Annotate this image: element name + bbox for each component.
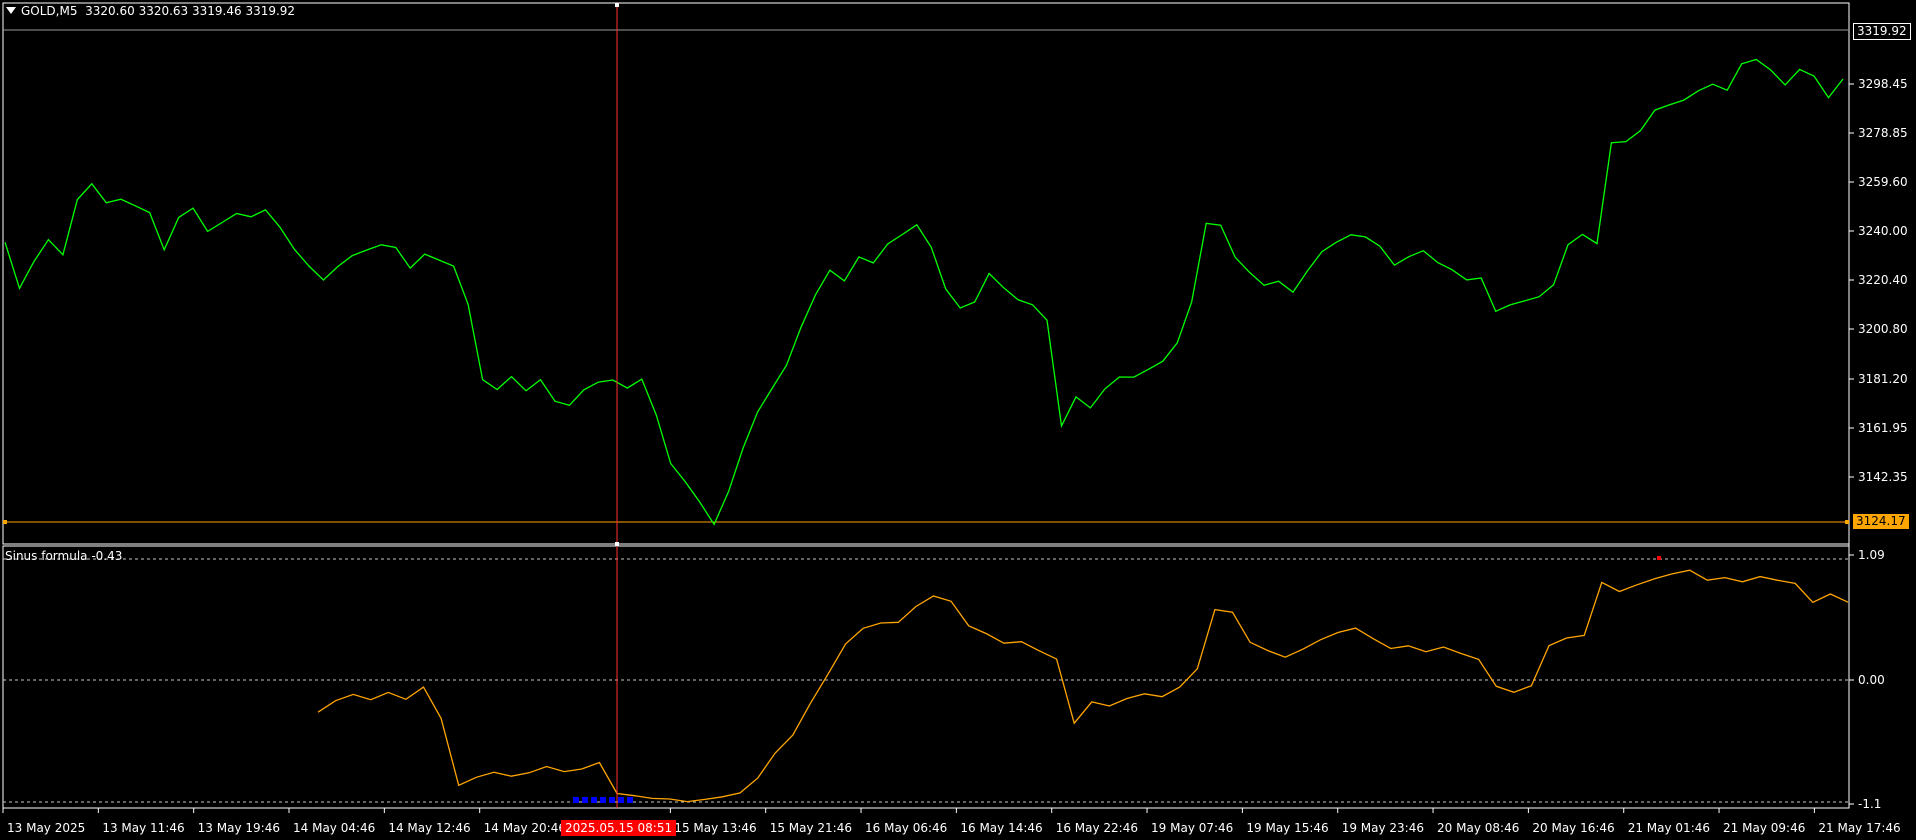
price-tick-label: 3142.35 xyxy=(1858,470,1908,484)
price-axis-ticks: 3298.45 3278.85 3259.60 3240.00 3220.40 3200.… xyxy=(1849,77,1908,484)
current-price-tag: 3319.92 xyxy=(1853,23,1911,40)
symbol-header[interactable]: GOLD,M5 3320.60 3320.63 3319.46 3319.92 xyxy=(6,4,295,18)
price-tick-label: 3161.95 xyxy=(1858,421,1908,435)
collapse-triangle-icon[interactable] xyxy=(6,7,16,14)
price-tick-label: 3240.00 xyxy=(1858,224,1908,238)
time-tick-label: 20 May 16:46 xyxy=(1532,821,1614,835)
low-signal-marker xyxy=(582,797,588,803)
low-signal-marker xyxy=(600,797,606,803)
time-tick-label: 21 May 09:46 xyxy=(1723,821,1805,835)
crosshair-handle-top[interactable] xyxy=(615,3,619,7)
chart-canvas[interactable]: 3298.45 3278.85 3259.60 3240.00 3220.40 3200.… xyxy=(0,0,1916,840)
price-tick-label: 3200.80 xyxy=(1858,322,1908,336)
indicator-frame xyxy=(2,545,1850,809)
price-tick-label: 3278.85 xyxy=(1858,126,1908,140)
time-axis-ticks: 13 May 2025 13 May 11:46 13 May 19:46 14 Ma… xyxy=(2,808,1901,835)
time-tick-label: 19 May 23:46 xyxy=(1342,821,1424,835)
price-tick-label: 3220.40 xyxy=(1858,273,1908,287)
time-tick-label: 14 May 04:46 xyxy=(293,821,375,835)
price-tick-label: 3181.20 xyxy=(1858,372,1908,386)
price-line xyxy=(4,58,1844,526)
low-signal-marker xyxy=(609,797,615,803)
low-signal-marker xyxy=(591,797,597,803)
level-line-handle-left[interactable] xyxy=(3,520,7,524)
time-tick-label: 13 May 2025 xyxy=(7,821,85,835)
time-tick-label: 20 May 08:46 xyxy=(1437,821,1519,835)
symbol-name: GOLD,M5 xyxy=(21,4,78,18)
low-signal-marker xyxy=(627,797,633,803)
time-tick-label: 14 May 12:46 xyxy=(388,821,470,835)
low-signal-marker xyxy=(573,797,579,803)
time-tick-label: 21 May 01:46 xyxy=(1628,821,1710,835)
time-tick-label: 15 May 13:46 xyxy=(674,821,756,835)
crosshair-time-tag: 2025.05.15 08:51 xyxy=(561,820,677,836)
high-signal-marker xyxy=(1657,556,1661,560)
indicator-tick-label: 0.00 xyxy=(1858,673,1885,687)
price-tick-label: 3259.60 xyxy=(1858,175,1908,189)
indicator-axis-ticks: 1.09 0.00 -1.1 xyxy=(1849,548,1885,811)
time-tick-label: 15 May 21:46 xyxy=(770,821,852,835)
time-tick-label: 19 May 15:46 xyxy=(1246,821,1328,835)
indicator-tick-label: 1.09 xyxy=(1858,548,1885,562)
ohlc-values: 3320.60 3320.63 3319.46 3319.92 xyxy=(85,4,296,18)
crosshair-handle-middle[interactable] xyxy=(615,542,619,546)
time-tick-label: 16 May 06:46 xyxy=(865,821,947,835)
low-signal-marker xyxy=(618,797,624,803)
time-tick-label: 21 May 17:46 xyxy=(1818,821,1900,835)
time-tick-label: 19 May 07:46 xyxy=(1151,821,1233,835)
time-tick-label: 13 May 11:46 xyxy=(102,821,184,835)
indicator-tick-label: -1.1 xyxy=(1858,797,1881,811)
price-tick-label: 3298.45 xyxy=(1858,77,1908,91)
time-tick-label: 16 May 22:46 xyxy=(1056,821,1138,835)
time-tick-label: 13 May 19:46 xyxy=(198,821,280,835)
main-chart-frame xyxy=(2,2,1850,545)
time-tick-label: 16 May 14:46 xyxy=(960,821,1042,835)
level-price-tag: 3124.17 xyxy=(1853,514,1909,529)
price-series-group xyxy=(4,58,1844,526)
indicator-line xyxy=(317,569,1849,803)
time-tick-label: 14 May 20:46 xyxy=(484,821,566,835)
indicator-title: Sinus formula -0.43 xyxy=(5,549,123,563)
level-line-handle-right[interactable] xyxy=(1845,520,1849,524)
